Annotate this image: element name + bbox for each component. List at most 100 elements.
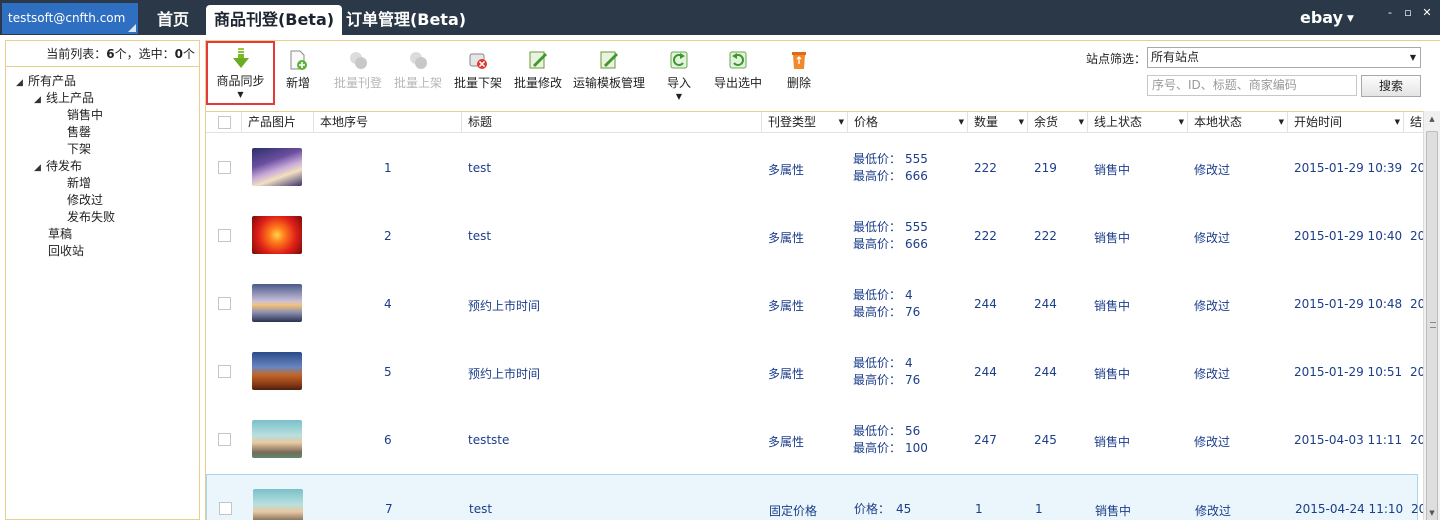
tab-home[interactable]: 首页 xyxy=(148,5,198,35)
restore-button[interactable]: ▫ xyxy=(1400,6,1416,20)
column-header-online-status[interactable]: 线上状态 ▼ xyxy=(1088,112,1188,133)
chevron-down-icon: ▼ xyxy=(1347,14,1354,24)
row-checkbox[interactable] xyxy=(218,433,231,446)
add-new-button[interactable]: 新增 xyxy=(280,45,316,103)
sort-arrow-icon[interactable]: ▼ xyxy=(1395,112,1400,133)
scroll-thumb[interactable] xyxy=(1426,131,1438,520)
tree-item-modified[interactable]: 修改过 xyxy=(6,192,199,209)
sort-arrow-icon[interactable]: ▼ xyxy=(839,112,844,133)
expanded-arrow-icon[interactable]: ◢ xyxy=(34,160,46,177)
import-button[interactable]: 导入 ▼ xyxy=(662,45,696,103)
product-title[interactable]: test xyxy=(468,229,491,243)
batch-publish-button[interactable]: 批量刊登 xyxy=(332,45,384,103)
max-price-value: 76 xyxy=(905,305,921,319)
tree-item-recycle[interactable]: 回收站 xyxy=(6,243,199,260)
table-row[interactable]: 7 test 固定价格 价格： 45 1 1 销售中 修改过 2015-04-24 11:10 20 xyxy=(206,474,1426,520)
select-all-checkbox[interactable] xyxy=(218,116,231,129)
product-title[interactable]: 预约上市时间 xyxy=(468,365,540,382)
export-selected-button[interactable]: 导出选中 xyxy=(712,45,764,103)
batch-list-button[interactable]: 批量上架 xyxy=(392,45,444,103)
search-button[interactable]: 搜索 xyxy=(1361,75,1421,97)
batch-list-icon xyxy=(410,52,427,69)
shipping-template-button[interactable]: 运输模板管理 xyxy=(570,45,648,103)
row-checkbox[interactable] xyxy=(218,229,231,242)
row-checkbox[interactable] xyxy=(219,502,232,515)
product-title[interactable]: test xyxy=(468,161,491,175)
table-row[interactable]: 4 预约上市时间 多属性 最低价： 4 最高价： 76 244 244 销售中 修改过 2015-01… xyxy=(206,270,1425,338)
product-thumbnail[interactable] xyxy=(252,420,302,458)
sync-products-button[interactable]: 商品同步 ▼ xyxy=(206,41,275,105)
online-status: 销售中 xyxy=(1094,367,1131,381)
tree-item-selling[interactable]: 销售中 xyxy=(6,107,199,124)
tab-order-management[interactable]: 订单管理(Beta) xyxy=(344,5,468,35)
tree-item-all-products[interactable]: ◢ 所有产品 xyxy=(6,73,199,90)
local-number: 1 xyxy=(384,161,392,175)
tree-item-new[interactable]: 新增 xyxy=(6,175,199,192)
local-number: 6 xyxy=(384,433,392,447)
button-label: 导入 xyxy=(666,76,691,90)
table-row[interactable]: 1 test 多属性 最低价： 555 最高价： 666 222 219 销售中 修改过 2015-0… xyxy=(206,134,1425,202)
min-price-value: 4 xyxy=(905,288,913,302)
scroll-down-arrow-icon[interactable]: ▼ xyxy=(1424,505,1440,520)
dropdown-arrow-icon[interactable]: ▼ xyxy=(662,93,696,101)
tree-item-delisted[interactable]: 下架 xyxy=(6,141,199,158)
dropdown-arrow-icon[interactable]: ▼ xyxy=(208,91,273,99)
tree-item-pending[interactable]: ◢ 待发布 xyxy=(6,158,199,175)
sort-arrow-icon[interactable]: ▼ xyxy=(1019,112,1024,133)
sort-arrow-icon[interactable]: ▼ xyxy=(1079,112,1084,133)
max-price-line: 最高价： 76 xyxy=(853,304,920,321)
sort-arrow-icon[interactable]: ▼ xyxy=(1179,112,1184,133)
tree-item-online[interactable]: ◢ 线上产品 xyxy=(6,90,199,107)
product-title[interactable]: 预约上市时间 xyxy=(468,297,540,314)
row-checkbox[interactable] xyxy=(218,297,231,310)
expanded-arrow-icon[interactable]: ◢ xyxy=(16,75,28,92)
column-header-start-time[interactable]: 开始时间 ▼ xyxy=(1288,112,1404,133)
column-header-image[interactable]: 产品图片 xyxy=(242,112,314,133)
vertical-scrollbar[interactable]: ▲ ▼ xyxy=(1423,111,1440,520)
close-button[interactable]: ✕ xyxy=(1419,6,1435,20)
product-title[interactable]: test xyxy=(469,502,492,516)
sort-arrow-icon[interactable]: ▼ xyxy=(1279,112,1284,133)
row-checkbox[interactable] xyxy=(218,161,231,174)
product-grid: 产品图片 本地序号 标题 刊登类型 ▼ 价格 ▼ 数量 ▼ 余货 ▼ 线上状态 ▼ 本地状… xyxy=(206,111,1440,520)
local-number: 7 xyxy=(385,502,393,516)
scroll-up-arrow-icon[interactable]: ▲ xyxy=(1424,111,1440,127)
table-row[interactable]: 6 testste 多属性 最低价： 56 最高价： 100 247 245 销售中 修改过 2015… xyxy=(206,406,1425,474)
tab-product-listing[interactable]: 商品刊登(Beta) xyxy=(206,5,342,35)
sort-arrow-icon[interactable]: ▼ xyxy=(959,112,964,133)
product-thumbnail[interactable] xyxy=(252,148,302,186)
row-checkbox[interactable] xyxy=(218,365,231,378)
column-header-title[interactable]: 标题 xyxy=(462,112,762,133)
min-price-line: 最低价： 56 xyxy=(853,423,928,440)
local-status: 修改过 xyxy=(1194,367,1231,381)
product-thumbnail[interactable] xyxy=(252,216,302,254)
column-header-remaining[interactable]: 余货 ▼ xyxy=(1028,112,1088,133)
column-header-listing-type[interactable]: 刊登类型 ▼ xyxy=(762,112,848,133)
product-thumbnail[interactable] xyxy=(253,489,303,520)
product-title[interactable]: testste xyxy=(468,433,509,447)
tree-item-draft[interactable]: 草稿 xyxy=(6,226,199,243)
column-header-quantity[interactable]: 数量 ▼ xyxy=(968,112,1028,133)
min-price-line: 最低价： 4 xyxy=(853,287,920,304)
remaining: 222 xyxy=(1034,229,1057,243)
batch-edit-button[interactable]: 批量修改 xyxy=(512,45,564,103)
minimize-button[interactable]: - xyxy=(1382,6,1398,20)
table-row[interactable]: 5 预约上市时间 多属性 最低价： 4 最高价： 76 244 244 销售中 修改过 2015-01… xyxy=(206,338,1425,406)
local-status: 修改过 xyxy=(1194,163,1231,177)
site-filter-select[interactable]: 所有站点 ▼ xyxy=(1147,47,1421,68)
tree-item-failed[interactable]: 发布失败 xyxy=(6,209,199,226)
account-badge[interactable]: testsoft@cnfth.com xyxy=(2,3,138,34)
delete-button[interactable]: 删除 xyxy=(783,45,815,103)
platform-selector[interactable]: ebay ▼ xyxy=(1300,8,1354,27)
product-thumbnail[interactable] xyxy=(252,352,302,390)
max-price-value: 100 xyxy=(905,441,928,455)
column-header-local-no[interactable]: 本地序号 xyxy=(314,112,462,133)
search-input[interactable]: 序号、ID、标题、商家编码 xyxy=(1147,75,1357,96)
expanded-arrow-icon[interactable]: ◢ xyxy=(34,92,46,109)
column-header-price[interactable]: 价格 ▼ xyxy=(848,112,968,133)
column-header-local-status[interactable]: 本地状态 ▼ xyxy=(1188,112,1288,133)
table-row[interactable]: 2 test 多属性 最低价： 555 最高价： 666 222 222 销售中 修改过 2015-0… xyxy=(206,202,1425,270)
tree-item-sold-out[interactable]: 售罄 xyxy=(6,124,199,141)
batch-delist-button[interactable]: 批量下架 xyxy=(452,45,504,103)
product-thumbnail[interactable] xyxy=(252,284,302,322)
